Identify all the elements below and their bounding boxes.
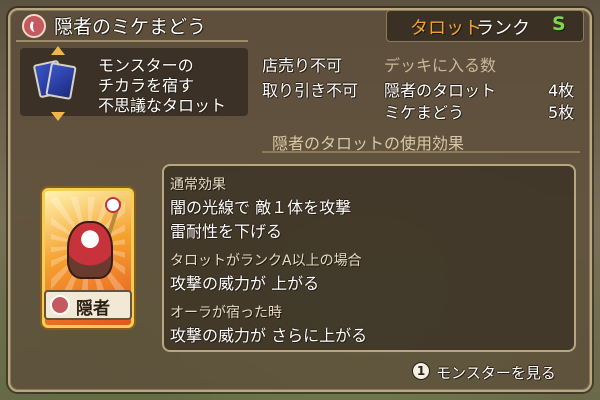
deck-item-count: 4枚 — [548, 81, 575, 100]
mike-madou-monster-icon — [67, 221, 113, 279]
effect-line: 闇の光線で 敵１体を攻撃 — [170, 198, 352, 217]
rank-label: ランク — [476, 18, 530, 39]
card-category: タロット — [410, 18, 482, 39]
description-line: 不思議なタロット — [98, 96, 227, 115]
tarot-deck-icon — [32, 58, 78, 102]
effects-divider — [262, 151, 580, 153]
scroll-down-arrow-icon[interactable] — [51, 112, 65, 121]
aura-effect: 攻撃の威力が さらに上がる — [170, 326, 368, 345]
rank-effect: 攻撃の威力が 上がる — [170, 274, 320, 293]
normal-effect-label: 通常効果 — [170, 177, 226, 193]
sell-status: 店売り不可 — [262, 56, 343, 75]
deck-count-heading: デッキに入る数 — [384, 56, 497, 75]
card-description: モンスターの チカラを宿す 不思議なタロット — [98, 56, 226, 116]
card-tag-label: 隠者 — [76, 299, 110, 319]
title-divider — [16, 40, 248, 42]
rank-value: S — [552, 13, 566, 35]
button-1-icon[interactable]: 1 — [412, 362, 430, 380]
description-line: モンスターの — [98, 56, 194, 75]
deck-item-name: 隠者のタロット — [384, 81, 497, 100]
aura-condition-label: オーラが宿った時 — [170, 305, 282, 321]
view-monster-button[interactable]: モンスターを見る — [436, 362, 556, 383]
effect-line: 雷耐性を下げる — [170, 222, 283, 241]
deck-item-count: 5枚 — [548, 103, 575, 122]
rank-condition-label: タロットがランクA以上の場合 — [170, 253, 362, 269]
trade-status: 取り引き不可 — [262, 81, 359, 100]
hermit-emblem-icon — [50, 295, 70, 315]
description-line: チカラを宿す — [98, 76, 195, 95]
scroll-up-arrow-icon[interactable] — [51, 46, 65, 55]
deck-item-name: ミケまどう — [384, 103, 465, 122]
card-title: 隠者のミケまどう — [54, 16, 207, 38]
hermit-emblem-icon — [22, 14, 46, 38]
